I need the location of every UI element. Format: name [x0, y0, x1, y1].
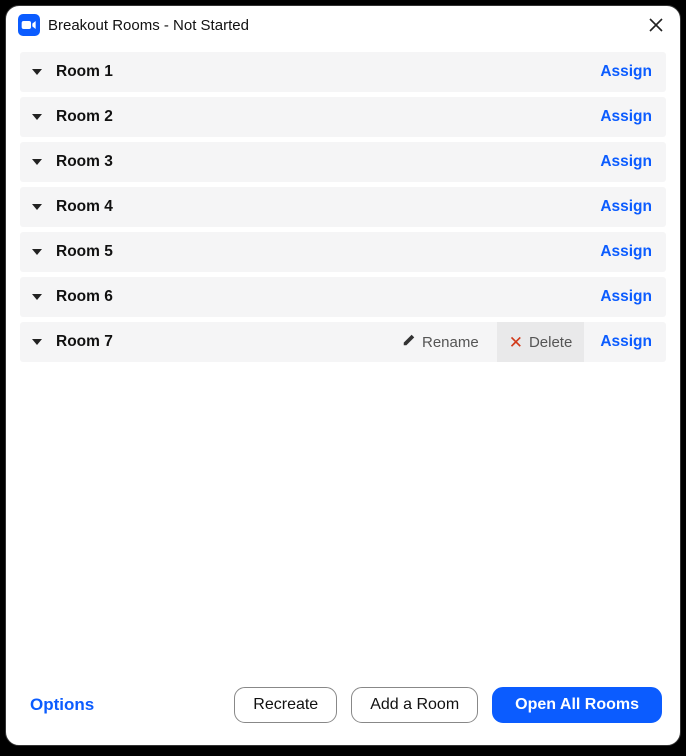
caret-down-icon[interactable] [32, 204, 42, 210]
assign-button[interactable]: Assign [600, 63, 652, 81]
pencil-icon [402, 333, 416, 351]
delete-button[interactable]: ✕ Delete [497, 322, 585, 362]
rooms-list: Room 1AssignRoom 2AssignRoom 3AssignRoom… [6, 44, 680, 669]
assign-button[interactable]: Assign [600, 243, 652, 261]
caret-down-icon[interactable] [32, 294, 42, 300]
dialog-title: Breakout Rooms - Not Started [48, 17, 638, 34]
open-all-rooms-button[interactable]: Open All Rooms [492, 687, 662, 723]
assign-button[interactable]: Assign [600, 153, 652, 171]
caret-down-icon[interactable] [32, 114, 42, 120]
zoom-icon [18, 14, 40, 36]
room-name: Room 4 [56, 198, 113, 216]
room-name: Room 1 [56, 63, 113, 81]
caret-down-icon[interactable] [32, 159, 42, 165]
titlebar: Breakout Rooms - Not Started [6, 6, 680, 44]
options-button[interactable]: Options [30, 695, 94, 715]
assign-button[interactable]: Assign [600, 108, 652, 126]
footer: Options Recreate Add a Room Open All Roo… [6, 669, 680, 745]
room-name: Room 6 [56, 288, 113, 306]
room-row[interactable]: Room 6 Assign [20, 277, 666, 317]
close-button[interactable] [646, 15, 666, 35]
room-row[interactable]: Room 7 Rename ✕ Delete Assign [20, 322, 666, 362]
room-name: Room 5 [56, 243, 113, 261]
caret-down-icon[interactable] [32, 69, 42, 75]
rename-label: Rename [422, 334, 479, 351]
x-icon: ✕ [509, 334, 523, 351]
room-row[interactable]: Room 4 Assign [20, 187, 666, 227]
room-row[interactable]: Room 3 Assign [20, 142, 666, 182]
delete-label: Delete [529, 334, 572, 351]
assign-button[interactable]: Assign [600, 288, 652, 306]
recreate-button[interactable]: Recreate [234, 687, 337, 723]
rename-button[interactable]: Rename [390, 322, 491, 362]
caret-down-icon[interactable] [32, 249, 42, 255]
room-name: Room 3 [56, 153, 113, 171]
room-row[interactable]: Room 5 Assign [20, 232, 666, 272]
caret-down-icon[interactable] [32, 339, 42, 345]
breakout-rooms-dialog: Breakout Rooms - Not Started Room 1 Assig… [5, 5, 681, 746]
room-row[interactable]: Room 2 Assign [20, 97, 666, 137]
assign-button[interactable]: Assign [600, 198, 652, 216]
room-row[interactable]: Room 1 Assign [20, 52, 666, 92]
assign-button[interactable]: Assign [600, 333, 652, 351]
add-room-button[interactable]: Add a Room [351, 687, 478, 723]
room-name: Room 7 [56, 333, 113, 351]
room-name: Room 2 [56, 108, 113, 126]
